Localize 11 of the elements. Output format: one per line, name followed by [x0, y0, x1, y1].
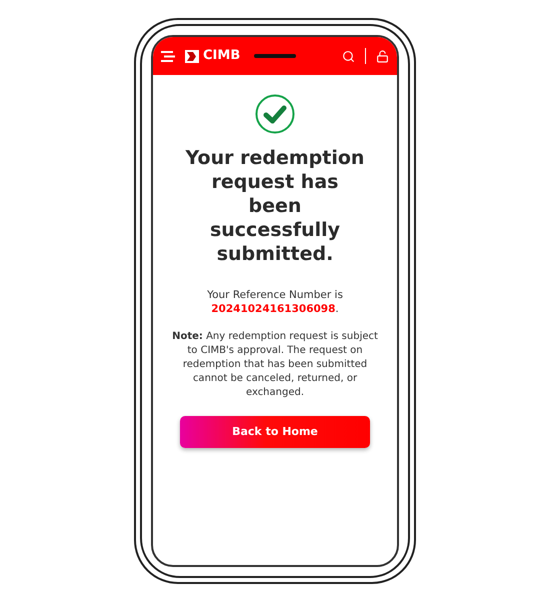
menu-icon[interactable]: [161, 50, 175, 62]
success-title: Your redemption request has been successfully submitted.: [185, 146, 365, 266]
success-check-icon: [255, 94, 295, 134]
lock-icon[interactable]: [376, 50, 389, 62]
reference-text: Your Reference Number is 20241024161306098.: [206, 288, 344, 316]
brand-name: CIMB: [203, 47, 240, 66]
back-to-home-button[interactable]: Back to Home: [180, 416, 370, 448]
note-text: Note: Any redemption request is subject to CIMB's approval. The request on redemption that has been submitted cannot be canceled, returned, or exchanged.: [171, 330, 379, 400]
search-icon[interactable]: [342, 50, 355, 62]
logo-icon: [185, 50, 199, 62]
speaker-slot: [254, 54, 296, 58]
